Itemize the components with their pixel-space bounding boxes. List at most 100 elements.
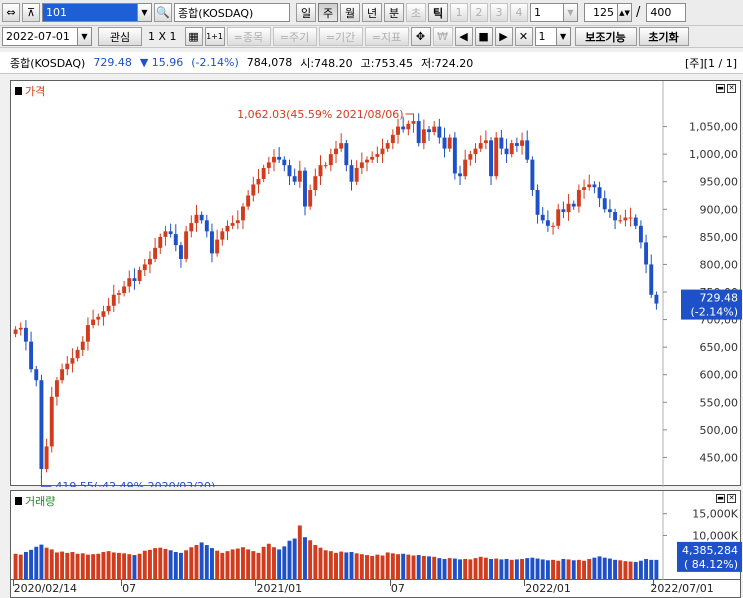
minimize-icon[interactable]: ▬ [716,84,725,93]
close-panel-icon[interactable]: ✕ [727,84,736,93]
link-icon[interactable]: ⇔ [2,3,20,22]
volume-bar [147,549,152,579]
candle-body [75,349,80,359]
divider-dropdown-icon[interactable]: ▼ [556,27,571,46]
volume-panel[interactable]: 10,000K 15,000K 4,385,284( 84.12%) 거래량 ▬ ✕ [10,490,742,581]
crosshair-icon[interactable]: ✥ [410,27,431,46]
price-chart[interactable]: 450,00500,00550,00600,00650,00700,00750,… [11,81,742,487]
minute-dropdown-icon[interactable]: ▼ [564,3,578,22]
volume-label-text: 거래량 [25,495,56,508]
reset-button[interactable]: 초기화 [638,27,689,46]
grid-option-button[interactable]: 1+1 [204,27,225,46]
volume-bar [509,559,514,579]
code-input[interactable]: 101 [42,3,138,22]
candle-body [535,189,540,215]
prev-icon[interactable]: ◀ [454,27,473,46]
interest-button[interactable]: 관심 [98,27,142,46]
date-dropdown-icon[interactable]: ▼ [78,27,92,46]
candle-body [261,167,266,179]
candle-body [194,214,199,224]
volume-bar [463,558,468,579]
candle-body [184,231,189,259]
y-tick-label: 500,00 [700,424,739,437]
candle-body [432,126,437,133]
period-button-3[interactable]: 년 [362,3,382,22]
grid-icon[interactable]: ▦ [184,27,203,46]
sub-indicator-button[interactable]: 보조기능 [574,27,637,46]
period-button-6[interactable]: 틱 [428,3,448,22]
period-button-5[interactable]: 초 [406,3,426,22]
period-button-0[interactable]: 일 [296,3,316,22]
won-icon[interactable]: ₩ [432,27,453,46]
stock-name-field: 종합(KOSDAQ) [174,3,290,22]
volume-bar [292,538,297,579]
volume-chart[interactable]: 10,000K 15,000K 4,385,284( 84.12%) [11,491,742,581]
candle-body [256,178,261,185]
candle-body [437,126,442,138]
volume-bar [266,543,271,579]
volume-bar [561,558,566,579]
y-tick-label: 1,000,00 [689,148,738,161]
volume-bar [618,560,623,579]
count-input[interactable]: 125 [584,3,618,22]
candle-body [96,316,101,320]
option-tab-0[interactable]: =종목 [226,27,271,46]
volume-bar [328,551,333,579]
candle-body [504,148,509,155]
volume-bar [65,552,70,579]
info-low: 저:724.20 [420,56,474,70]
minute-button-0[interactable]: 1 [450,3,468,22]
candle-body [34,369,39,381]
volume-bar [75,553,80,579]
panel-handle-icon [15,497,22,505]
candle-body [111,294,116,306]
volume-bar [452,558,457,579]
search-icon[interactable]: 🔍 [154,3,172,22]
option-tab-2[interactable]: =기간 [318,27,363,46]
code-dropdown-icon[interactable]: ▼ [138,3,152,22]
candle-body [427,129,431,133]
candle-body [401,126,406,130]
volume-bar [592,557,597,579]
option-tab-1[interactable]: =주기 [272,27,317,46]
volume-bar [442,558,447,579]
period-button-1[interactable]: 주 [318,3,338,22]
y-tick-label: 600,00 [700,369,739,382]
candle-body [396,126,400,135]
stop-icon[interactable]: ■ [474,27,493,46]
minute-button-3[interactable]: 4 [510,3,528,22]
option-tab-3[interactable]: =지표 [364,27,409,46]
minute-button-1[interactable]: 2 [470,3,488,22]
minimize-icon[interactable]: ▬ [716,494,725,503]
candle-body [178,245,183,259]
count-stepper-icon[interactable]: ▲▼ [618,3,632,22]
volume-bar [654,559,659,579]
minute-select[interactable]: 1 [530,3,564,22]
close-panel-icon[interactable]: ✕ [727,494,736,503]
minute-button-2[interactable]: 3 [490,3,508,22]
next-icon[interactable]: ▶ [494,27,513,46]
volume-tick-label: 10,000K [692,529,738,542]
candle-body [525,140,530,160]
count-total-field[interactable]: 400 [646,3,687,22]
volume-panel-label: 거래량 [15,493,55,509]
volume-bar [587,558,592,579]
close-icon[interactable]: ✕ [514,27,533,46]
period-button-4[interactable]: 분 [384,3,404,22]
candle-body [215,239,220,254]
candle-body [592,184,597,188]
divider-select[interactable]: 1 [534,27,557,46]
candle-body [70,358,75,364]
volume-bar [178,552,183,579]
period-button-2[interactable]: 월 [340,3,360,22]
volume-bar [132,555,137,579]
volume-bar [297,525,302,579]
pin-icon[interactable]: ⊼ [22,3,40,22]
price-panel[interactable]: 450,00500,00550,00600,00650,00700,00750,… [10,80,742,487]
period-buttons: 일주월년분초틱 [294,3,448,22]
candle-body [561,209,566,213]
candle-body [132,278,137,281]
price-panel-label: 가격 [15,83,45,99]
date-input[interactable]: 2022-07-01 [2,27,78,46]
volume-bar [432,556,437,579]
